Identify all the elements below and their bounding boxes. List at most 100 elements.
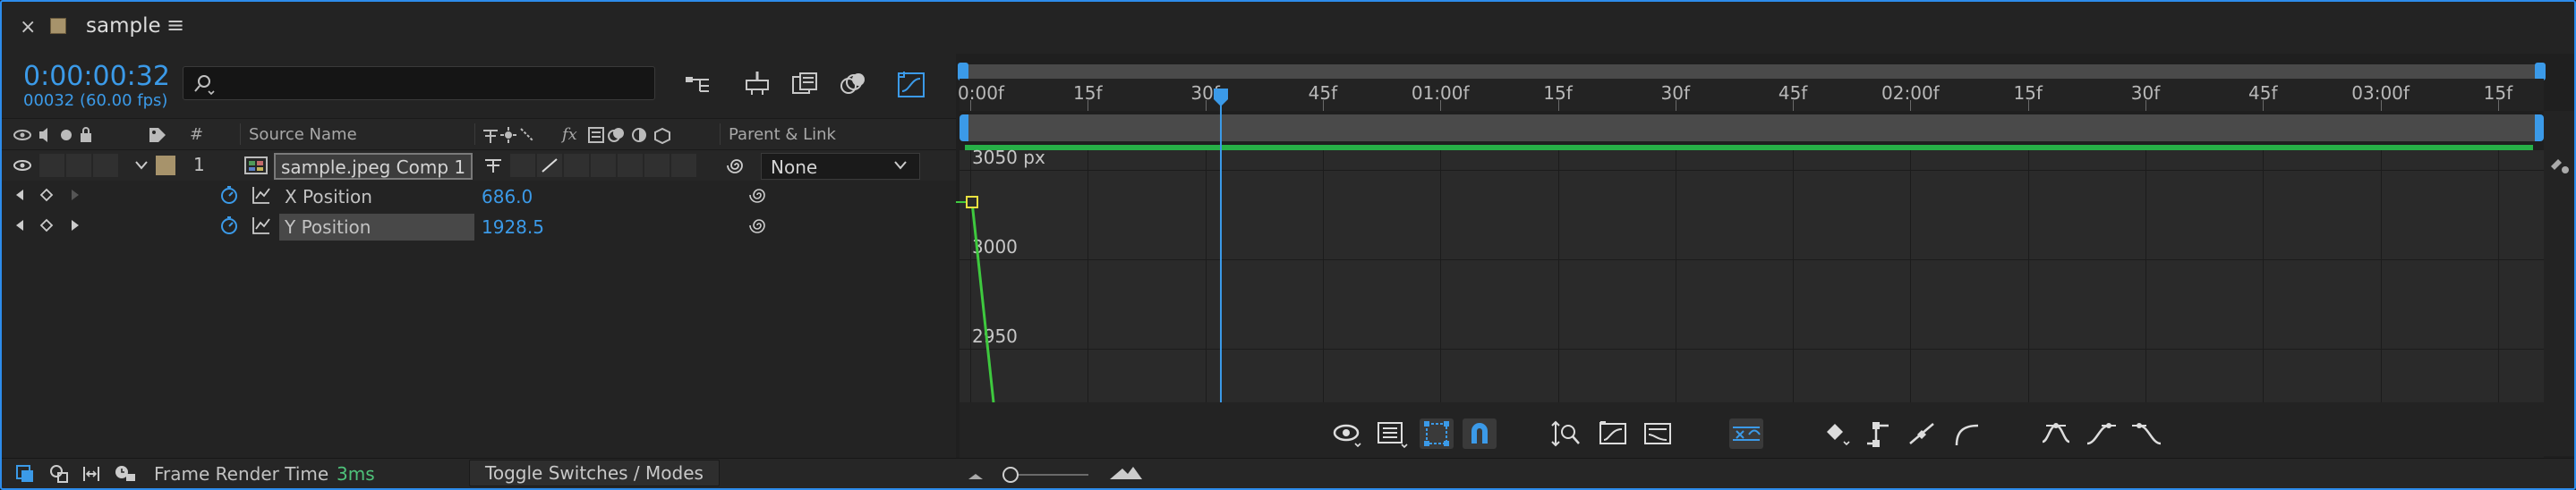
ruler-tick-label: 15f <box>1543 82 1573 104</box>
property-row-x-position[interactable] <box>2 182 956 213</box>
chevron-down-icon[interactable] <box>134 159 149 172</box>
previous-keyframe-icon[interactable] <box>14 188 25 202</box>
graph-editor-icon[interactable] <box>893 66 929 102</box>
layer-number-header: # <box>190 125 204 144</box>
av-feature-switch-icons <box>13 127 91 142</box>
property-name: X Position <box>285 186 372 207</box>
graph-toggle-icon[interactable] <box>251 184 272 206</box>
ruler-tick-label: 02:00f <box>1881 82 1940 104</box>
property-row-y-position[interactable] <box>2 213 956 243</box>
parent-link-header[interactable]: Parent & Link <box>729 125 836 144</box>
ruler-tick-label: 45f <box>2248 82 2278 104</box>
ruler-tick-label: 0:00f <box>958 82 1004 104</box>
panel-menu-icon[interactable]: ≡ <box>166 13 184 38</box>
graph-grid-line <box>2380 150 2382 402</box>
graph-grid-line <box>2497 150 2499 402</box>
panel-tab-bar <box>2 2 2574 54</box>
close-tab-button[interactable]: × <box>20 16 36 38</box>
transfer-controls-icon[interactable] <box>48 463 70 485</box>
graph-grid-line <box>1322 150 1324 402</box>
easy-ease-out-icon[interactable] <box>2130 418 2164 449</box>
separate-dimensions-icon[interactable] <box>1729 418 1763 449</box>
frame-blending-icon[interactable] <box>788 66 823 102</box>
property-value[interactable]: 1928.5 <box>482 216 544 238</box>
convert-to-hold-icon[interactable] <box>1864 418 1898 449</box>
lock-switch[interactable] <box>93 154 118 177</box>
graph-editor[interactable] <box>960 150 2544 402</box>
current-timecode[interactable]: 0:00:00:32 <box>23 61 170 92</box>
audio-switch[interactable] <box>39 154 64 177</box>
layer-mode-header-icons <box>588 127 670 145</box>
graph-grid-line <box>960 259 2544 260</box>
visible-properties-icon[interactable] <box>1330 418 1364 449</box>
effects-switch[interactable] <box>564 154 589 177</box>
layer-name[interactable]: sample.jpeg Comp 1 <box>274 153 473 180</box>
frame-render-time-label: Frame Render Time <box>154 463 329 485</box>
chevron-down-icon[interactable] <box>893 159 908 172</box>
timeline-footer <box>2 458 2574 488</box>
graph-grid-line <box>960 349 2544 350</box>
value-graph-curve[interactable] <box>954 188 1008 402</box>
ruler-tick-label: 15f <box>2483 82 2513 104</box>
layer-switches-header-icons <box>483 127 534 143</box>
transform-box-icon[interactable] <box>1420 418 1454 449</box>
comp-color-swatch <box>50 18 66 34</box>
edit-keyframe-icon[interactable] <box>1822 418 1856 449</box>
motion-blur-switch[interactable] <box>618 154 643 177</box>
work-area-bar[interactable] <box>961 114 2542 141</box>
easy-ease-icon[interactable] <box>2039 418 2073 449</box>
auto-zoom-height-icon[interactable] <box>1550 418 1584 449</box>
quality-switch-icon[interactable] <box>537 154 562 177</box>
graph-toggle-icon[interactable] <box>251 215 272 236</box>
in-out-stretch-icon[interactable] <box>81 463 102 485</box>
expression-pickwhip-icon[interactable] <box>748 215 770 236</box>
stopwatch-icon[interactable] <box>218 215 240 236</box>
fit-selection-icon[interactable] <box>1597 418 1631 449</box>
time-navigator[interactable] <box>961 64 2542 79</box>
fit-all-icon[interactable] <box>1642 418 1676 449</box>
navigator-end-handle[interactable] <box>2535 63 2546 80</box>
source-name-header[interactable]: Source Name <box>249 125 357 144</box>
layer-label-swatch[interactable] <box>156 156 175 175</box>
shy-switch-icon[interactable] <box>482 156 507 175</box>
zoom-in-icon[interactable] <box>1108 463 1144 483</box>
adjustment-switch[interactable] <box>644 154 670 177</box>
property-value[interactable]: 686.0 <box>482 186 533 207</box>
solo-switch[interactable] <box>66 154 91 177</box>
work-area-start[interactable] <box>960 114 968 141</box>
work-area-end[interactable] <box>2535 114 2544 141</box>
playhead-icon[interactable] <box>1213 88 1229 107</box>
graph-type-options-icon[interactable] <box>1375 418 1409 449</box>
motion-blur-icon[interactable] <box>834 66 870 102</box>
zoom-out-icon[interactable] <box>965 467 986 483</box>
next-keyframe-icon[interactable] <box>70 218 81 232</box>
draft-3d-icon[interactable] <box>739 66 775 102</box>
render-time-icon[interactable] <box>113 463 138 485</box>
pick-whip-icon[interactable] <box>725 154 748 177</box>
ruler-tick-label: 15f <box>2013 82 2043 104</box>
zoom-slider-thumb[interactable] <box>1002 467 1019 483</box>
toggle-switches-modes-button[interactable]: Toggle Switches / Modes <box>469 460 720 486</box>
current-time-indicator[interactable] <box>1220 89 1222 402</box>
visibility-eye-icon[interactable] <box>13 159 32 172</box>
graph-value-label: 3050 px <box>972 147 1045 168</box>
3d-layer-switch[interactable] <box>671 154 696 177</box>
previous-keyframe-icon[interactable] <box>14 218 25 232</box>
snap-magnet-icon[interactable] <box>1463 418 1497 449</box>
easy-ease-in-icon[interactable] <box>2084 418 2118 449</box>
collapse-switch[interactable] <box>510 154 535 177</box>
expression-pickwhip-icon[interactable] <box>748 184 770 206</box>
composition-flowchart-icon[interactable] <box>680 66 716 102</box>
layer-switches-icon[interactable] <box>14 463 36 485</box>
navigator-start-handle[interactable] <box>958 63 968 80</box>
frame-blend-switch[interactable] <box>591 154 616 177</box>
convert-to-auto-bezier-icon[interactable] <box>1951 418 1985 449</box>
next-keyframe-icon[interactable] <box>70 188 81 202</box>
comp-button-icon[interactable] <box>2547 154 2572 177</box>
layer-search-input[interactable] <box>183 66 655 100</box>
add-keyframe-icon[interactable] <box>39 218 54 232</box>
add-keyframe-icon[interactable] <box>39 188 54 202</box>
panel-tab-title[interactable]: sample <box>86 14 161 38</box>
convert-to-linear-icon[interactable] <box>1906 418 1941 449</box>
stopwatch-icon[interactable] <box>218 184 240 206</box>
